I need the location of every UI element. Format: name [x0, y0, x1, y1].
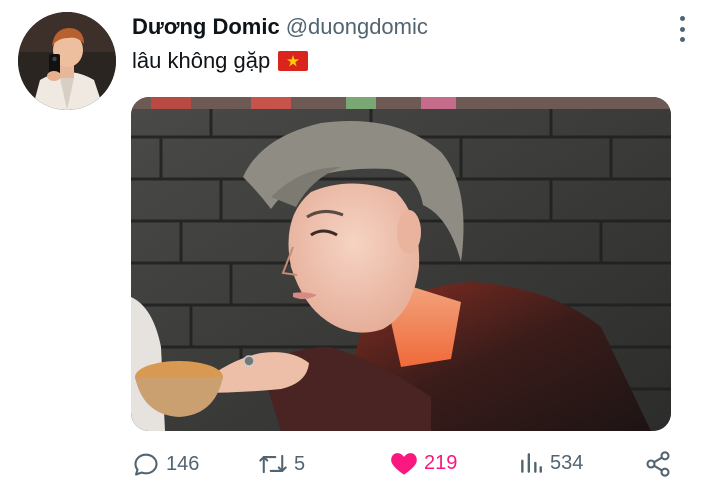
views-count: 534	[550, 451, 584, 474]
photo-image	[131, 97, 671, 431]
avatar-image	[18, 12, 116, 110]
more-dot-icon	[679, 26, 685, 32]
avatar[interactable]	[18, 12, 116, 110]
like-button[interactable]: 219	[390, 450, 457, 476]
tweet-body: lâu không gặp	[132, 48, 271, 73]
views-bar-chart-icon	[521, 453, 542, 473]
share-button[interactable]	[644, 450, 672, 478]
more-dot-icon	[679, 16, 685, 21]
reply-button[interactable]: 146	[132, 450, 199, 478]
more-dot-icon	[679, 37, 685, 42]
tweet-text: lâu không gặp	[132, 48, 309, 74]
tweet-actions: 146 5 219 534	[132, 448, 680, 478]
user-handle[interactable]: @duongdomic	[286, 14, 428, 40]
views-button[interactable]: 534	[518, 450, 583, 476]
reply-count: 146	[166, 452, 200, 475]
display-name[interactable]: Dương Domic	[132, 14, 280, 40]
share-icon	[646, 451, 670, 477]
retweet-icon	[259, 454, 287, 474]
vietnam-flag-icon	[278, 51, 309, 71]
heart-icon	[391, 453, 417, 475]
retweet-count: 5	[294, 452, 306, 475]
tweet-photo[interactable]	[131, 97, 671, 431]
like-count: 219	[424, 451, 458, 474]
tweet-header: Dương Domic @duongdomic	[132, 14, 428, 40]
retweet-button[interactable]: 5	[258, 450, 305, 478]
reply-icon	[134, 453, 158, 476]
more-options-button[interactable]	[676, 16, 688, 42]
